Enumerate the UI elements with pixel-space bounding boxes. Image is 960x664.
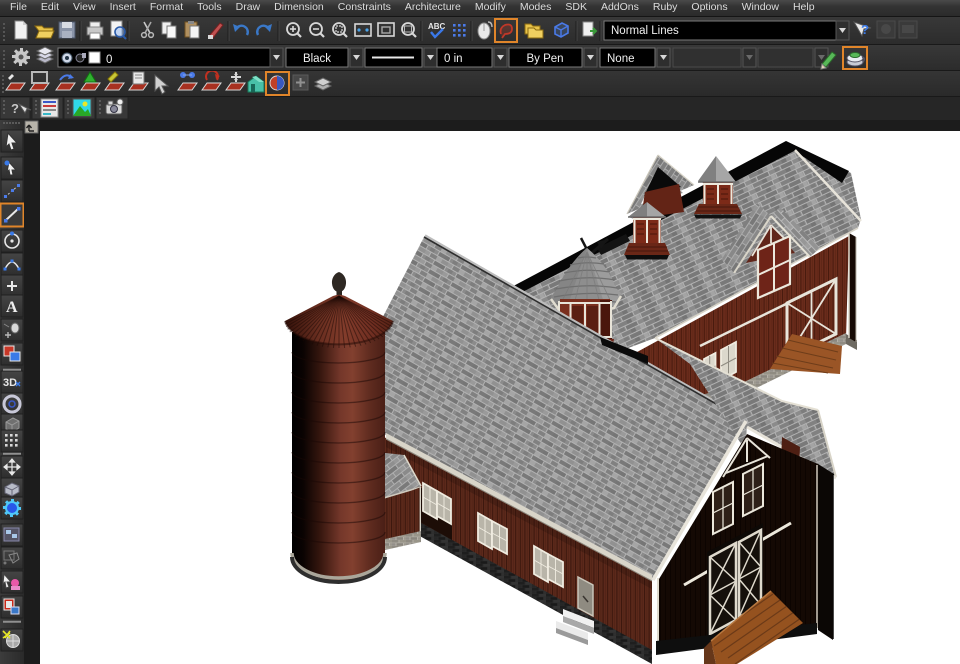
svg-text:By Pen: By Pen <box>526 53 563 65</box>
svg-text:?: ? <box>11 101 19 116</box>
svg-text:Normal Lines: Normal Lines <box>611 25 679 37</box>
svg-text:?: ? <box>861 22 869 37</box>
svg-text:0: 0 <box>106 54 112 66</box>
svg-text:Black: Black <box>303 53 331 65</box>
svg-text:A: A <box>6 299 18 316</box>
svg-text:0 in: 0 in <box>444 53 463 65</box>
svg-text:None: None <box>607 53 635 65</box>
svg-text:3D: 3D <box>3 377 17 389</box>
